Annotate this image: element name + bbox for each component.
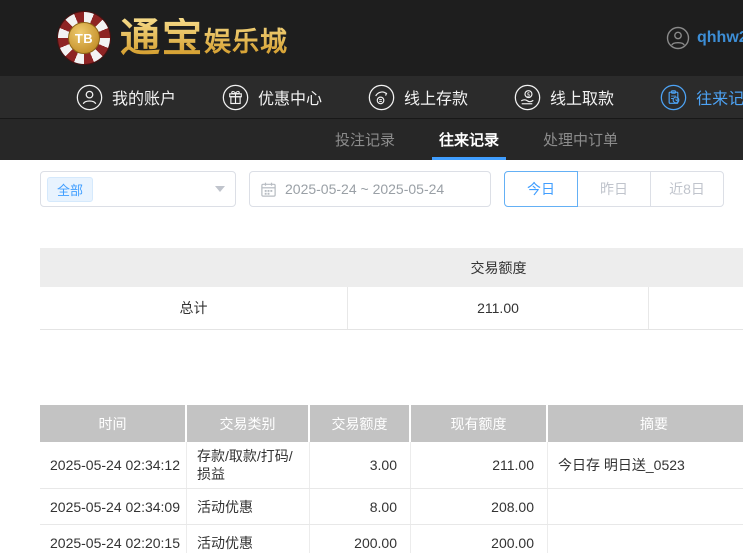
col-header-summary: 摘要 — [548, 405, 743, 442]
brand-subtitle: TONG BAO — [200, 59, 286, 69]
cell-balance: 200.00 — [411, 525, 548, 553]
user-avatar-icon — [666, 26, 690, 50]
tab-label: 投注记录 — [335, 129, 395, 150]
chevron-down-icon — [215, 186, 225, 192]
nav-item-withdraw[interactable]: $ 线上取款 — [514, 84, 614, 111]
cell-amount: 8.00 — [310, 489, 411, 524]
poker-chip-icon: TB — [58, 12, 110, 64]
summary-total-value: 211.00 — [348, 287, 649, 329]
summary-table-header: 交易额度 — [40, 248, 743, 287]
user-account[interactable]: qhhw2 — [666, 0, 743, 76]
brand-logo[interactable]: TB 通宝娱乐城 TONG BAO — [58, 12, 288, 64]
last8days-button[interactable]: 近8日 — [650, 171, 724, 207]
main-nav: 我的账户 优惠中心 线上存款 $ 线上取款 — [0, 76, 743, 118]
content-area: 全部 2025-05-24 ~ 2025-05-24 今日 昨日 — [0, 171, 743, 553]
gift-icon — [222, 84, 249, 111]
records-tab-bar: 投注记录 往来记录 处理中订单 — [0, 118, 743, 160]
cell-summary: 今日存 明日送_0523 — [548, 442, 743, 488]
nav-label: 往来记录 — [696, 85, 743, 109]
cell-amount: 200.00 — [310, 525, 411, 553]
nav-item-transaction-records[interactable]: 往来记录 — [660, 84, 743, 111]
cell-amount: 3.00 — [310, 442, 411, 488]
filter-row: 全部 2025-05-24 ~ 2025-05-24 今日 昨日 — [40, 171, 743, 207]
tab-bet-records[interactable]: 投注记录 — [328, 119, 402, 160]
cell-balance: 211.00 — [411, 442, 548, 488]
chip-monogram: TB — [68, 22, 100, 54]
summary-total-row: 总计 211.00 — [40, 287, 743, 330]
brand-title: 通宝娱乐城 TONG BAO — [120, 18, 288, 58]
cell-type: 活动优惠 — [187, 489, 310, 524]
nav-label: 线上取款 — [550, 85, 614, 109]
col-header-amount: 交易额度 — [310, 405, 411, 442]
top-header: TB 通宝娱乐城 TONG BAO qhhw2 — [0, 0, 743, 76]
deposit-icon — [368, 84, 395, 111]
table-row: 2025-05-24 02:20:15 活动优惠 200.00 200.00 — [40, 525, 743, 553]
tab-transaction-records[interactable]: 往来记录 — [432, 119, 506, 160]
today-button-label: 今日 — [527, 179, 555, 199]
quick-range-buttons: 今日 昨日 近8日 — [504, 171, 724, 207]
tab-pending-orders[interactable]: 处理中订单 — [536, 119, 625, 160]
table-row: 2025-05-24 02:34:12 存款/取款/打码/损益 3.00 211… — [40, 442, 743, 489]
nav-item-deposit[interactable]: 线上存款 — [368, 84, 468, 111]
records-table: 时间 交易类别 交易额度 现有额度 摘要 2025-05-24 02:34:12… — [40, 405, 743, 553]
tab-label: 处理中订单 — [543, 129, 618, 150]
records-table-header: 时间 交易类别 交易额度 现有额度 摘要 — [40, 405, 743, 442]
nav-label: 线上存款 — [404, 85, 468, 109]
svg-text:$: $ — [527, 91, 531, 98]
summary-header-empty — [649, 248, 743, 287]
col-header-balance: 现有额度 — [411, 405, 548, 442]
date-range-value: 2025-05-24 ~ 2025-05-24 — [285, 181, 444, 197]
nav-label: 我的账户 — [112, 85, 176, 109]
cell-summary — [548, 525, 743, 553]
cell-time: 2025-05-24 02:34:12 — [40, 442, 187, 488]
nav-item-promotions[interactable]: 优惠中心 — [222, 84, 322, 111]
nav-item-my-account[interactable]: 我的账户 — [76, 84, 176, 111]
today-button[interactable]: 今日 — [504, 171, 578, 207]
account-icon — [76, 84, 103, 111]
date-range-input[interactable]: 2025-05-24 ~ 2025-05-24 — [249, 171, 491, 207]
summary-total-empty — [649, 287, 743, 329]
brand-title-main: 通宝 — [120, 14, 204, 61]
type-select-value: 全部 — [47, 177, 93, 202]
table-row: 2025-05-24 02:34:09 活动优惠 8.00 208.00 — [40, 489, 743, 525]
summary-header-empty — [40, 248, 348, 287]
username: qhhw2 — [697, 29, 743, 47]
yesterday-button-label: 昨日 — [600, 179, 628, 199]
cell-type: 存款/取款/打码/损益 — [187, 442, 310, 488]
nav-label: 优惠中心 — [258, 85, 322, 109]
cell-type: 活动优惠 — [187, 525, 310, 553]
cell-summary — [548, 489, 743, 524]
cell-time: 2025-05-24 02:20:15 — [40, 525, 187, 553]
summary-total-label: 总计 — [40, 287, 348, 329]
col-header-time: 时间 — [40, 405, 187, 442]
brand-title-tail: 娱乐城 — [204, 27, 288, 58]
summary-table: 交易额度 总计 211.00 — [40, 248, 743, 330]
calendar-icon — [260, 181, 277, 198]
cell-balance: 208.00 — [411, 489, 548, 524]
last8days-button-label: 近8日 — [669, 179, 705, 199]
cell-time: 2025-05-24 02:34:09 — [40, 489, 187, 524]
withdraw-icon: $ — [514, 84, 541, 111]
yesterday-button[interactable]: 昨日 — [577, 171, 651, 207]
col-header-type: 交易类别 — [187, 405, 310, 442]
records-icon — [660, 84, 687, 111]
tab-label: 往来记录 — [439, 129, 499, 150]
type-select[interactable]: 全部 — [40, 171, 236, 207]
summary-header-amount: 交易额度 — [348, 248, 649, 287]
